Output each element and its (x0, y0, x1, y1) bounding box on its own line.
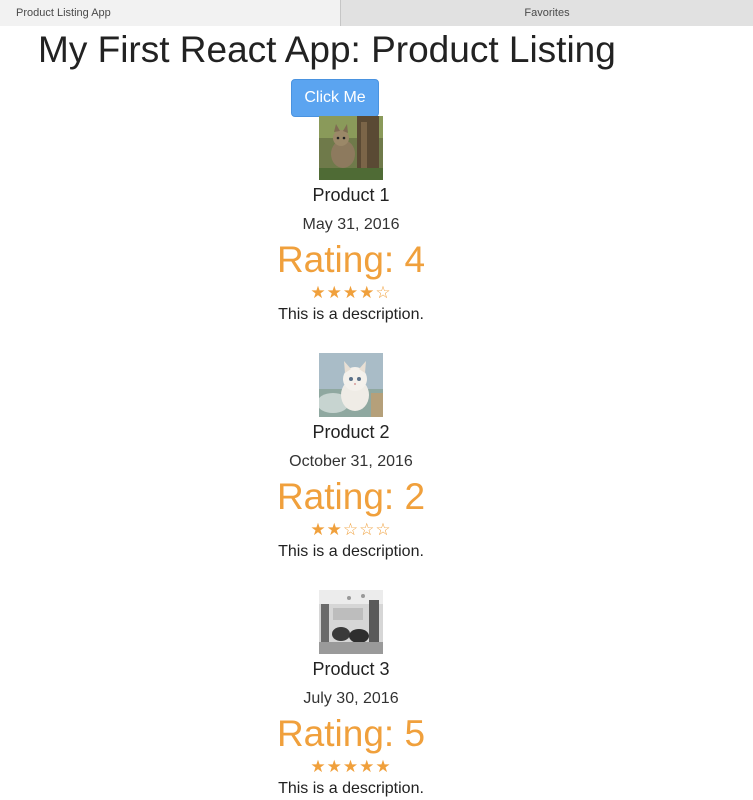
product-card: Product 3 July 30, 2016 Rating: 5 ★★★★★ … (226, 590, 476, 800)
tab-product-listing-app[interactable]: Product Listing App (0, 0, 341, 26)
browser-tab-bar: Product Listing App Favorites (0, 0, 753, 26)
product-thumbnail-image[interactable] (319, 353, 383, 417)
product-name: Product 3 (312, 659, 390, 679)
product-name: Product 2 (312, 422, 390, 442)
star-rating-icon: ★★★★★ (310, 757, 392, 776)
star-rating-icon: ★★☆☆☆ (310, 520, 392, 539)
product-description: This is a description. (278, 306, 424, 323)
product-date: October 31, 2016 (289, 453, 413, 470)
product-card: Product 2 October 31, 2016 Rating: 2 ★★☆… (226, 353, 476, 563)
product-description: This is a description. (278, 780, 424, 797)
product-rating: Rating: 2 (276, 476, 426, 517)
product-card: Product 1 May 31, 2016 Rating: 4 ★★★★☆ T… (226, 116, 476, 326)
product-thumbnail-image[interactable] (319, 590, 383, 654)
product-rating: Rating: 5 (276, 713, 426, 754)
product-name: Product 1 (312, 185, 390, 205)
product-date: May 31, 2016 (302, 216, 400, 233)
product-date: July 30, 2016 (303, 690, 399, 707)
product-rating: Rating: 4 (276, 239, 426, 280)
page-title: My First React App: Product Listing (38, 29, 616, 70)
star-rating-icon: ★★★★☆ (310, 283, 392, 302)
click-me-button[interactable]: Click Me (291, 79, 379, 117)
product-thumbnail-image[interactable] (319, 116, 383, 180)
product-description: This is a description. (278, 543, 424, 560)
tab-favorites[interactable]: Favorites (341, 0, 753, 26)
